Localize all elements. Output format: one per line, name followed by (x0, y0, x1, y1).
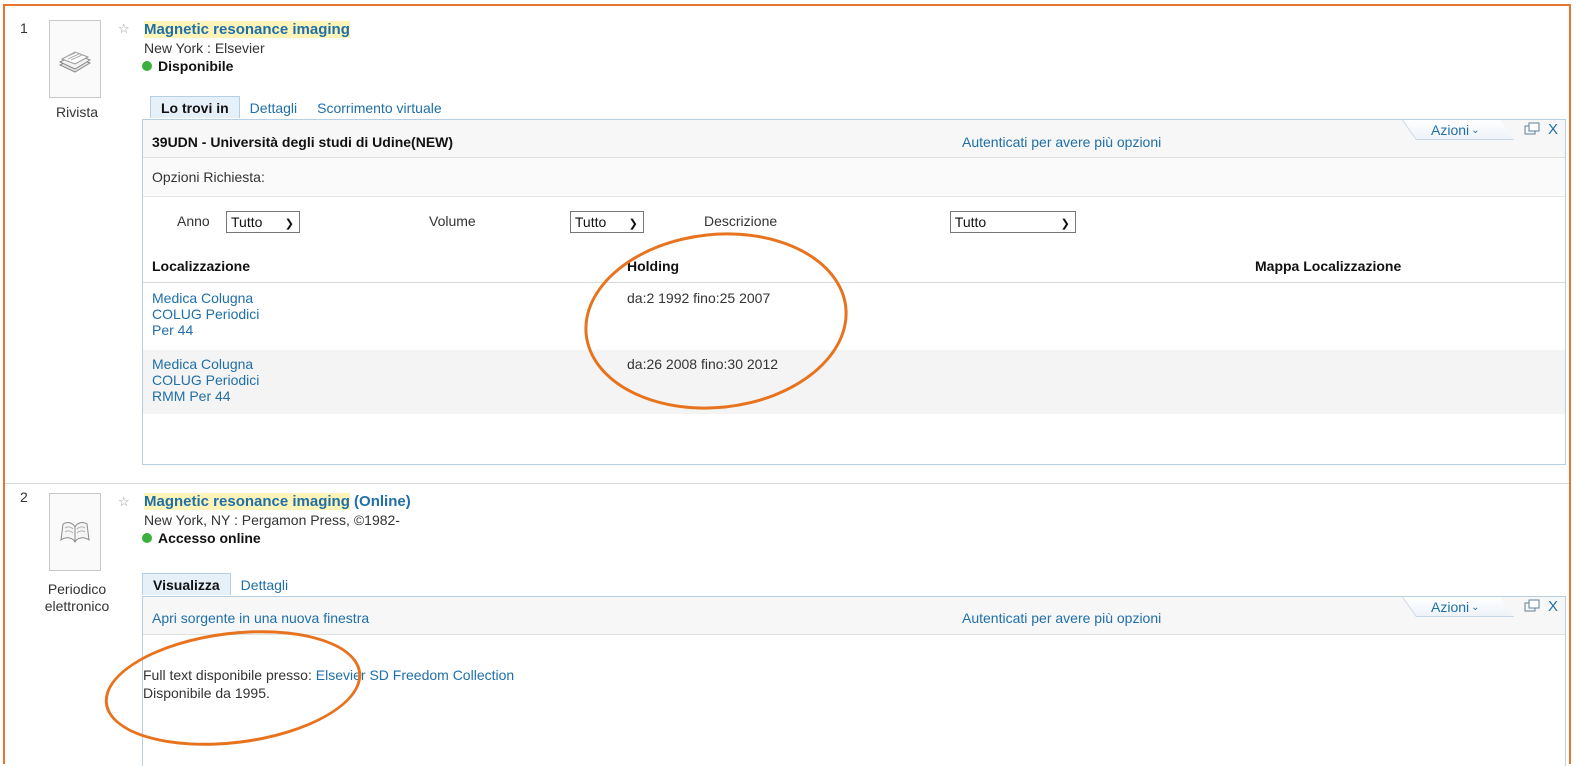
header-divider (143, 282, 1565, 283)
column-location: Localizzazione (152, 258, 251, 274)
holding-row[interactable]: Medica Colugna COLUG Periodici Per 44 (152, 290, 259, 338)
close-icon[interactable]: X (1548, 598, 1558, 615)
availability-status: Accesso online (142, 530, 261, 546)
tab-visualizza[interactable]: Visualizza (142, 573, 231, 595)
popout-window-icon[interactable] (1524, 599, 1540, 616)
close-icon[interactable]: X (1548, 121, 1558, 138)
login-link[interactable]: Autenticati per avere più opzioni (962, 134, 1161, 150)
year-select-value: Tutto (231, 214, 263, 230)
description-filter-label: Descrizione (704, 213, 778, 229)
result-number: 1 (20, 20, 28, 36)
volume-select[interactable]: Tutto ❯ (569, 211, 644, 233)
location-link[interactable]: RMM Per 44 (152, 388, 259, 404)
type-label-line: Periodico (47, 581, 107, 597)
result-title-link[interactable]: Magnetic resonance imaging (Online) (144, 493, 411, 510)
title-highlight: Magnetic resonance imaging (144, 493, 350, 510)
actions-chevron-icon: ⌄ (1471, 601, 1480, 613)
result-type-label: Periodico elettronico (32, 581, 122, 615)
location-link[interactable]: COLUG Periodici (152, 372, 259, 388)
result-tabs: Lo trovi in Dettagli Scorrimento virtual… (150, 96, 452, 118)
ejournal-thumbnail-icon[interactable] (49, 493, 101, 571)
result-type-label: Rivista (55, 104, 98, 120)
tab-dettagli[interactable]: Dettagli (240, 98, 307, 118)
publisher: New York : Elsevier (144, 40, 265, 56)
dropdown-chevron-icon: ❯ (628, 218, 638, 230)
year-filter-label: Anno (177, 213, 210, 229)
type-label-line: elettronico (44, 598, 110, 614)
available-dot-icon (142, 533, 152, 543)
result-number: 2 (20, 489, 28, 505)
column-location-map: Mappa Localizzazione (1255, 258, 1402, 274)
login-link[interactable]: Autenticati per avere più opzioni (962, 610, 1161, 626)
description-select[interactable]: Tutto ❯ (949, 211, 1076, 233)
description-select-value: Tutto (954, 214, 987, 230)
actions-label: Azioni (1431, 122, 1470, 138)
actions-chevron-icon: ⌄ (1471, 124, 1480, 136)
dropdown-chevron-icon: ❯ (284, 218, 294, 230)
result-title-link[interactable]: Magnetic resonance imaging (144, 21, 350, 38)
tab-lo-trovi-in[interactable]: Lo trovi in (150, 96, 240, 118)
tab-dettagli[interactable]: Dettagli (231, 575, 298, 595)
actions-menu[interactable]: Azioni ⌄ (1401, 597, 1514, 617)
library-name: 39UDN - Università degli studi di Udine(… (152, 134, 454, 150)
status-label: Disponibile (158, 58, 234, 74)
request-options-label: Opzioni Richiesta: (152, 169, 265, 185)
result-divider (5, 483, 1569, 484)
tab-scorrimento-virtuale[interactable]: Scorrimento virtuale (307, 98, 452, 118)
location-link[interactable]: Per 44 (152, 322, 259, 338)
volume-filter-label: Volume (429, 213, 476, 229)
title-suffix: (Online) (349, 493, 411, 510)
popout-window-icon[interactable] (1524, 122, 1540, 139)
star-icon[interactable]: ☆ (118, 21, 130, 37)
actions-label: Azioni (1431, 599, 1470, 615)
publisher: New York, NY : Pergamon Press, ©1982- (144, 512, 400, 528)
holding-row[interactable]: Medica Colugna COLUG Periodici RMM Per 4… (152, 356, 259, 404)
request-options-bar (143, 158, 1565, 197)
status-label: Accesso online (158, 530, 261, 546)
volume-select-value: Tutto (574, 214, 607, 230)
open-source-link[interactable]: Apri sorgente in una nuova finestra (152, 610, 369, 626)
year-select[interactable]: Tutto ❯ (226, 211, 300, 233)
location-link[interactable]: Medica Colugna (152, 356, 259, 372)
star-icon[interactable]: ☆ (118, 494, 130, 510)
dropdown-chevron-icon: ❯ (1060, 218, 1070, 230)
actions-menu[interactable]: Azioni ⌄ (1401, 120, 1514, 140)
journal-thumbnail-icon[interactable] (49, 20, 101, 98)
title-highlight: Magnetic resonance imaging (144, 21, 350, 38)
available-dot-icon (142, 61, 152, 71)
row-background (143, 350, 1565, 414)
availability-status: Disponibile (142, 58, 233, 74)
holdings-panel: 39UDN - Università degli studi di Udine(… (142, 119, 1566, 465)
location-link[interactable]: COLUG Periodici (152, 306, 259, 322)
location-link[interactable]: Medica Colugna (152, 290, 259, 306)
result-tabs: Visualizza Dettagli (142, 573, 298, 595)
